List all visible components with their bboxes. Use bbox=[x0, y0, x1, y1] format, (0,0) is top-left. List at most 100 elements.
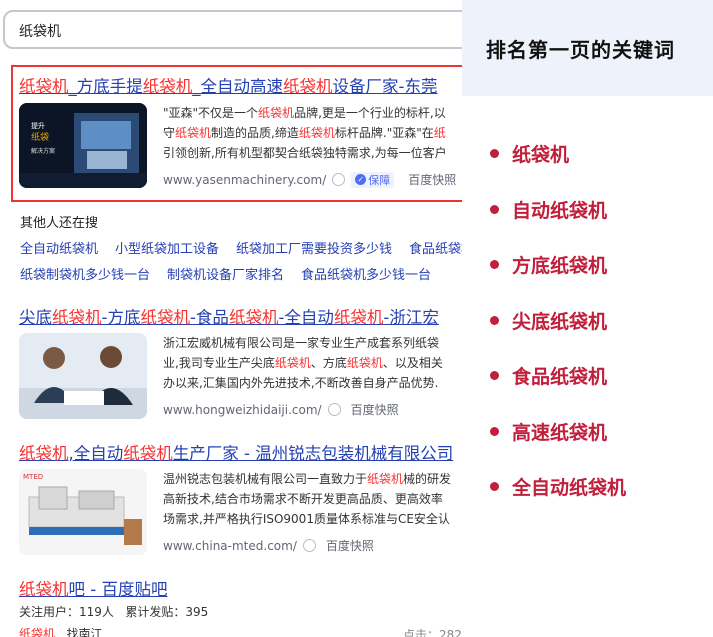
related-row-2: 纸袋制袋机多少钱一台 制袋机设备厂家排名 食品纸袋机多少钱一台 bbox=[20, 264, 431, 283]
search-input[interactable]: 纸袋机 bbox=[3, 10, 462, 49]
business-photo bbox=[19, 333, 147, 419]
text-run: -食品 bbox=[189, 308, 229, 327]
result-snippet-3: 温州锐志包装机械有限公司一直致力于纸袋机械的研发 高新技术,结合市场需求不断开发… bbox=[163, 469, 451, 529]
result-thumbnail-1[interactable]: 提升 纸袋 解决方案 bbox=[19, 103, 147, 188]
result-title-4[interactable]: 纸袋机吧 - 百度贴吧 bbox=[19, 576, 167, 600]
snapshot-link[interactable]: 百度快照 bbox=[326, 537, 374, 554]
text-run: 、方底 bbox=[310, 356, 347, 370]
result-url-row-1: www.yasenmachinery.com/ ✓ 保障 百度快照 bbox=[163, 171, 456, 188]
highlighted-keyword: 纸袋机 bbox=[298, 126, 335, 140]
text-run: 品牌,更是一个行业的标杆,以 bbox=[294, 106, 446, 120]
keyword-item: 食品纸袋机 bbox=[490, 348, 713, 404]
result-snippet-2: 浙江宏威机械有限公司是一家专业生产成套系列纸袋 业,我司专业生产尖底纸袋机、方底… bbox=[163, 333, 443, 393]
result-url[interactable]: www.hongweizhidaiji.com/ bbox=[163, 403, 322, 417]
bullet-icon bbox=[490, 260, 499, 270]
highlighted-keyword: 纸袋机 bbox=[142, 77, 193, 96]
highlighted-keyword: 纸袋机 bbox=[333, 308, 384, 327]
snapshot-link[interactable]: 百度快照 bbox=[408, 171, 456, 188]
related-link[interactable]: 小型纸袋加工设备 bbox=[115, 238, 219, 257]
related-link[interactable]: 纸袋制袋机多少钱一台 bbox=[20, 264, 150, 283]
svg-text:MTED: MTED bbox=[23, 473, 43, 481]
forum-footer-left[interactable]: 纸袋机 找南江 bbox=[19, 624, 102, 637]
keyword-item: 高速纸袋机 bbox=[490, 404, 713, 460]
forum-stats: 关注用户：119人 累计发贴：395 bbox=[19, 605, 209, 619]
bullet-icon bbox=[490, 315, 499, 325]
bullet-icon bbox=[490, 482, 499, 492]
text-run: 设备厂家-东莞 bbox=[332, 77, 438, 96]
snippet-line: 引领创新,所有机型都契合纸袋独特需求,为每一位客户 bbox=[163, 143, 447, 163]
highlighted-keyword: 纸袋机 bbox=[123, 444, 173, 463]
keyword-item: 方底纸袋机 bbox=[490, 237, 713, 293]
snippet-line: 场需求,并严格执行ISO9001质量体系标准与CE安全认 bbox=[163, 509, 451, 529]
highlighted-keyword: 纸袋机 bbox=[258, 106, 295, 120]
related-row-1: 全自动纸袋机 小型纸袋加工设备 纸袋加工厂需要投资多少钱 食品纸袋机 bbox=[20, 238, 462, 257]
check-icon: ✓ bbox=[355, 174, 367, 185]
panel-title: 排名第一页的关键词 bbox=[462, 0, 713, 96]
snippet-line: 办以来,汇集国内外先进技术,不断改善自身产品优势. bbox=[163, 373, 443, 393]
guarantee-badge[interactable]: ✓ 保障 bbox=[351, 171, 395, 188]
text-run: _方底手提 bbox=[68, 77, 143, 96]
related-link[interactable]: 食品纸袋机 bbox=[409, 238, 462, 257]
text-run: -全自动 bbox=[278, 308, 334, 327]
snapshot-link[interactable]: 百度快照 bbox=[351, 401, 399, 418]
snippet-line: 高新技术,结合市场需求不断开发更高品质、更高效率 bbox=[163, 489, 451, 509]
text-run: 找南江 bbox=[55, 627, 103, 637]
result-url[interactable]: www.yasenmachinery.com/ bbox=[163, 173, 326, 187]
text-run: -浙江宏 bbox=[383, 308, 439, 327]
highlighted-keyword: 纸 bbox=[433, 126, 446, 140]
search-query-text: 纸袋机 bbox=[19, 24, 61, 40]
keyword-list: 纸袋机 自动纸袋机 方底纸袋机 尖底纸袋机 食品纸袋机 高速纸袋机 全自动纸袋机 bbox=[462, 126, 713, 515]
text-run: 高新技术,结合市场需求不断开发更高品质、更高效率 bbox=[163, 492, 443, 506]
highlighted-keyword: 纸袋机 bbox=[19, 627, 56, 637]
result-title-2[interactable]: 尖底纸袋机-方底纸袋机-食品纸袋机-全自动纸袋机-浙江宏 bbox=[19, 304, 439, 328]
snippet-line: 业,我司专业生产尖底纸袋机、方底纸袋机、以及相关 bbox=[163, 353, 443, 373]
machine-photo: MTED bbox=[19, 469, 147, 555]
shield-icon bbox=[302, 539, 316, 552]
result-thumbnail-2[interactable] bbox=[19, 333, 147, 419]
keyword-label: 高速纸袋机 bbox=[512, 421, 608, 444]
highlighted-keyword: 纸袋机 bbox=[274, 356, 311, 370]
text-run: 、以及相关 bbox=[382, 356, 443, 370]
svg-text:解决方案: 解决方案 bbox=[31, 147, 55, 155]
keyword-label: 自动纸袋机 bbox=[512, 199, 608, 222]
related-link[interactable]: 全自动纸袋机 bbox=[20, 238, 98, 257]
keyword-label: 方底纸袋机 bbox=[512, 255, 608, 278]
highlighted-keyword: 纸袋机 bbox=[283, 77, 333, 96]
text-run: 标杆品牌."亚森"在 bbox=[334, 126, 434, 140]
bullet-icon bbox=[490, 204, 499, 214]
shield-icon bbox=[327, 403, 341, 416]
highlighted-keyword: 纸袋机 bbox=[19, 444, 69, 463]
highlighted-keyword: 纸袋机 bbox=[19, 77, 69, 96]
text-run: 尖底 bbox=[19, 308, 52, 327]
text-run: 业,我司专业生产尖底 bbox=[163, 356, 275, 370]
related-link[interactable]: 食品纸袋机多少钱一台 bbox=[301, 264, 431, 283]
text-run: 吧 - 百度贴吧 bbox=[68, 580, 168, 599]
result-title-3[interactable]: 纸袋机,全自动纸袋机生产厂家 - 温州锐志包装机械有限公司 bbox=[19, 440, 453, 464]
text-run: 生产厂家 - 温州锐志包装机械有限公司 bbox=[172, 444, 454, 463]
keyword-panel: 排名第一页的关键词 纸袋机 自动纸袋机 方底纸袋机 尖底纸袋机 食品纸袋机 高速纸袋机 全自… bbox=[462, 0, 713, 637]
forum-click-count: 点击：282 bbox=[403, 628, 462, 637]
snippet-line: 温州锐志包装机械有限公司一直致力于纸袋机械的研发 bbox=[163, 469, 451, 489]
result-title-1[interactable]: 纸袋机_方底手提纸袋机_全自动高速纸袋机设备厂家-东莞 bbox=[19, 73, 437, 97]
bullet-icon bbox=[490, 426, 499, 436]
search-results-pane: 纸袋机 纸袋机_方底手提纸袋机_全自动高速纸袋机设备厂家-东莞 提升 纸袋 解决… bbox=[0, 0, 462, 637]
text-run: 械的研发 bbox=[403, 472, 452, 486]
result-thumbnail-3[interactable]: MTED bbox=[19, 469, 147, 555]
text-run: 浙江宏威机械有限公司是一家专业生产成套系列纸袋 bbox=[163, 336, 440, 350]
snippet-line: "亚森"不仅是一个纸袋机品牌,更是一个行业的标杆,以 bbox=[163, 103, 447, 123]
keyword-label: 尖底纸袋机 bbox=[512, 310, 608, 333]
svg-text:纸袋: 纸袋 bbox=[31, 131, 49, 143]
highlighted-keyword: 纸袋机 bbox=[140, 308, 190, 327]
text-run: ,全自动 bbox=[68, 444, 124, 463]
text-run: _全自动高速 bbox=[192, 77, 283, 96]
related-link[interactable]: 纸袋加工厂需要投资多少钱 bbox=[236, 238, 392, 257]
highlighted-keyword: 纸袋机 bbox=[228, 308, 279, 327]
related-link[interactable]: 制袋机设备厂家排名 bbox=[167, 264, 284, 283]
snippet-line: 守纸袋机制造的品质,缔造纸袋机标杆品牌."亚森"在纸 bbox=[163, 123, 447, 143]
highlighted-keyword: 纸袋机 bbox=[346, 356, 383, 370]
result-url[interactable]: www.china-mted.com/ bbox=[163, 539, 297, 553]
text-run: 办以来,汇集国内外先进技术,不断改善自身产品优势. bbox=[163, 376, 439, 390]
keyword-item: 自动纸袋机 bbox=[490, 182, 713, 238]
highlighted-keyword: 纸袋机 bbox=[175, 126, 212, 140]
highlighted-keyword: 纸袋机 bbox=[52, 308, 102, 327]
